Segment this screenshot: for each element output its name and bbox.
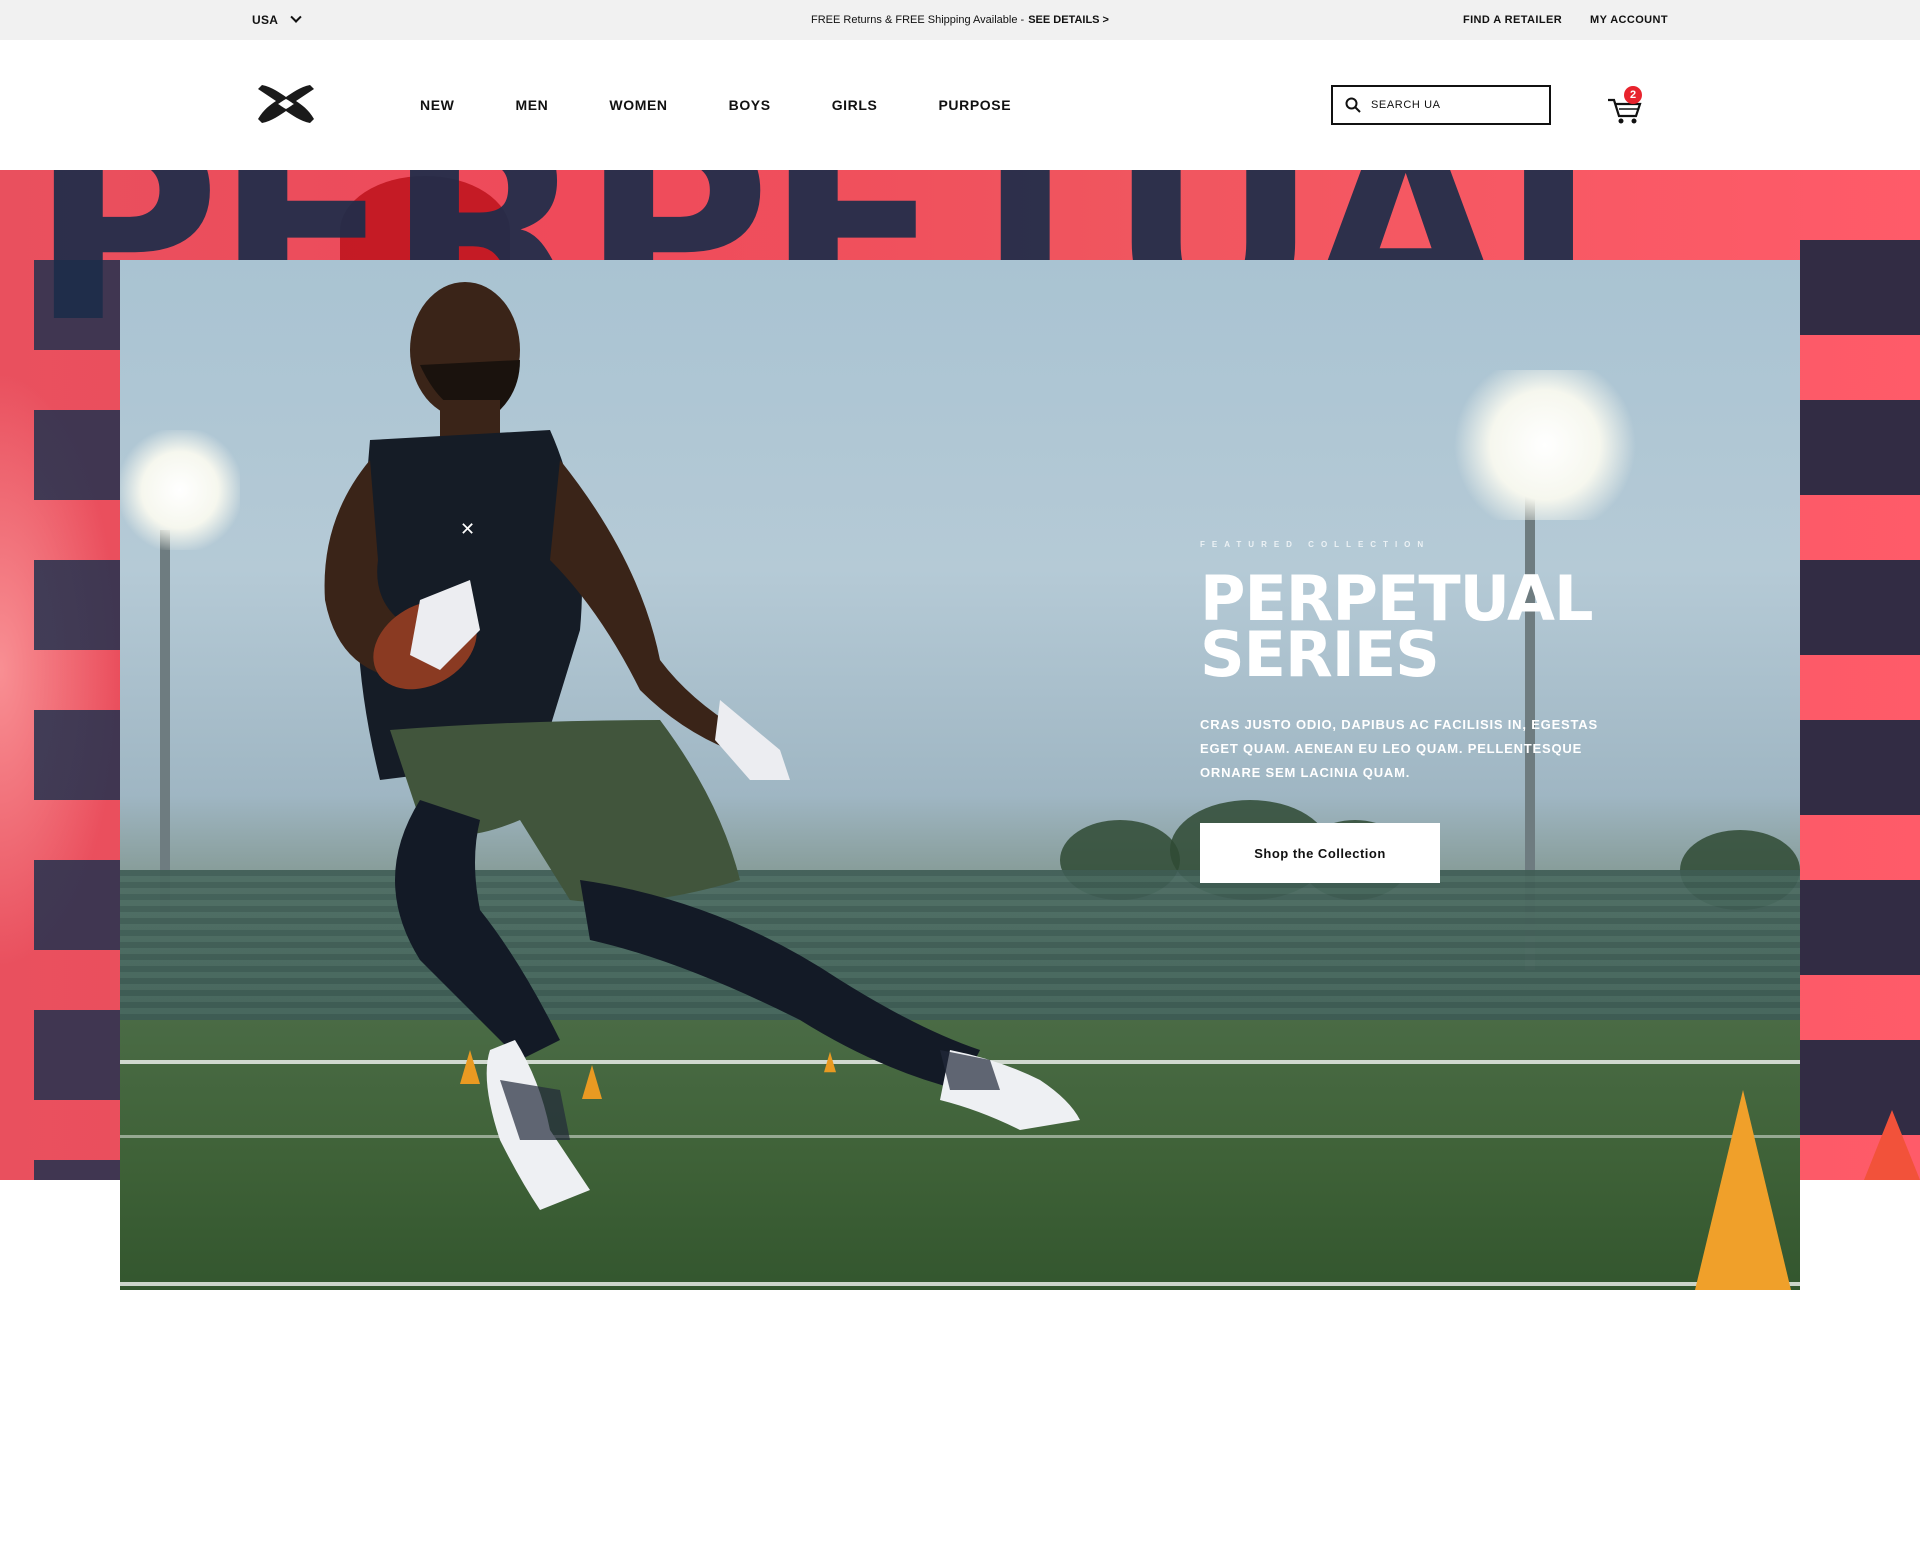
- primary-nav: NEW MEN WOMEN BOYS GIRLS PURPOSE: [420, 40, 1072, 170]
- search-icon: [1345, 97, 1361, 113]
- cone-icon: [1862, 1110, 1920, 1180]
- utility-links: FIND A RETAILER MY ACCOUNT: [1463, 0, 1668, 40]
- nav-item-men[interactable]: MEN: [515, 97, 548, 113]
- nav-item-women[interactable]: WOMEN: [609, 97, 667, 113]
- nav-item-boys[interactable]: BOYS: [729, 97, 771, 113]
- hero-copy: FEATURED COLLECTION PERPETUAL SERIES CRA…: [1200, 540, 1720, 883]
- hero-image: ✕ FEATURED COLLECTION PERPETUAL SERIES C…: [120, 260, 1800, 1290]
- hero-title-line2: SERIES: [1200, 618, 1440, 691]
- nav-item-girls[interactable]: GIRLS: [832, 97, 878, 113]
- search-input[interactable]: [1369, 98, 1539, 112]
- hero-stripe-left: [34, 260, 124, 1180]
- shop-collection-button[interactable]: Shop the Collection: [1200, 823, 1440, 883]
- nav-item-new[interactable]: NEW: [420, 97, 454, 113]
- promo-text: FREE Returns & FREE Shipping Available -: [811, 14, 1025, 26]
- locale-label: USA: [252, 13, 279, 27]
- search-box[interactable]: [1331, 85, 1551, 125]
- svg-text:✕: ✕: [460, 519, 475, 540]
- hero-eyebrow: FEATURED COLLECTION: [1200, 540, 1431, 549]
- see-details-link[interactable]: SEE DETAILS >: [1028, 14, 1109, 26]
- cart-count-badge: 2: [1624, 86, 1642, 104]
- locale-selector[interactable]: USA: [252, 0, 302, 40]
- cart-button[interactable]: 2: [1606, 86, 1646, 126]
- my-account-link[interactable]: MY ACCOUNT: [1590, 14, 1668, 26]
- hero-body: CRAS JUSTO ODIO, DAPIBUS AC FACILISIS IN…: [1200, 717, 1598, 780]
- chevron-down-icon: [290, 11, 302, 23]
- under-armour-logo[interactable]: [252, 83, 320, 125]
- nav-item-purpose[interactable]: PURPOSE: [938, 97, 1011, 113]
- hero-title: PERPETUAL SERIES: [1200, 568, 1720, 686]
- find-retailer-link[interactable]: FIND A RETAILER: [1463, 14, 1562, 26]
- main-header: NEW MEN WOMEN BOYS GIRLS PURPOSE 2: [0, 40, 1920, 170]
- utility-bar: USA FREE Returns & FREE Shipping Availab…: [0, 0, 1920, 40]
- hero-stripe-right: [1800, 240, 1920, 1180]
